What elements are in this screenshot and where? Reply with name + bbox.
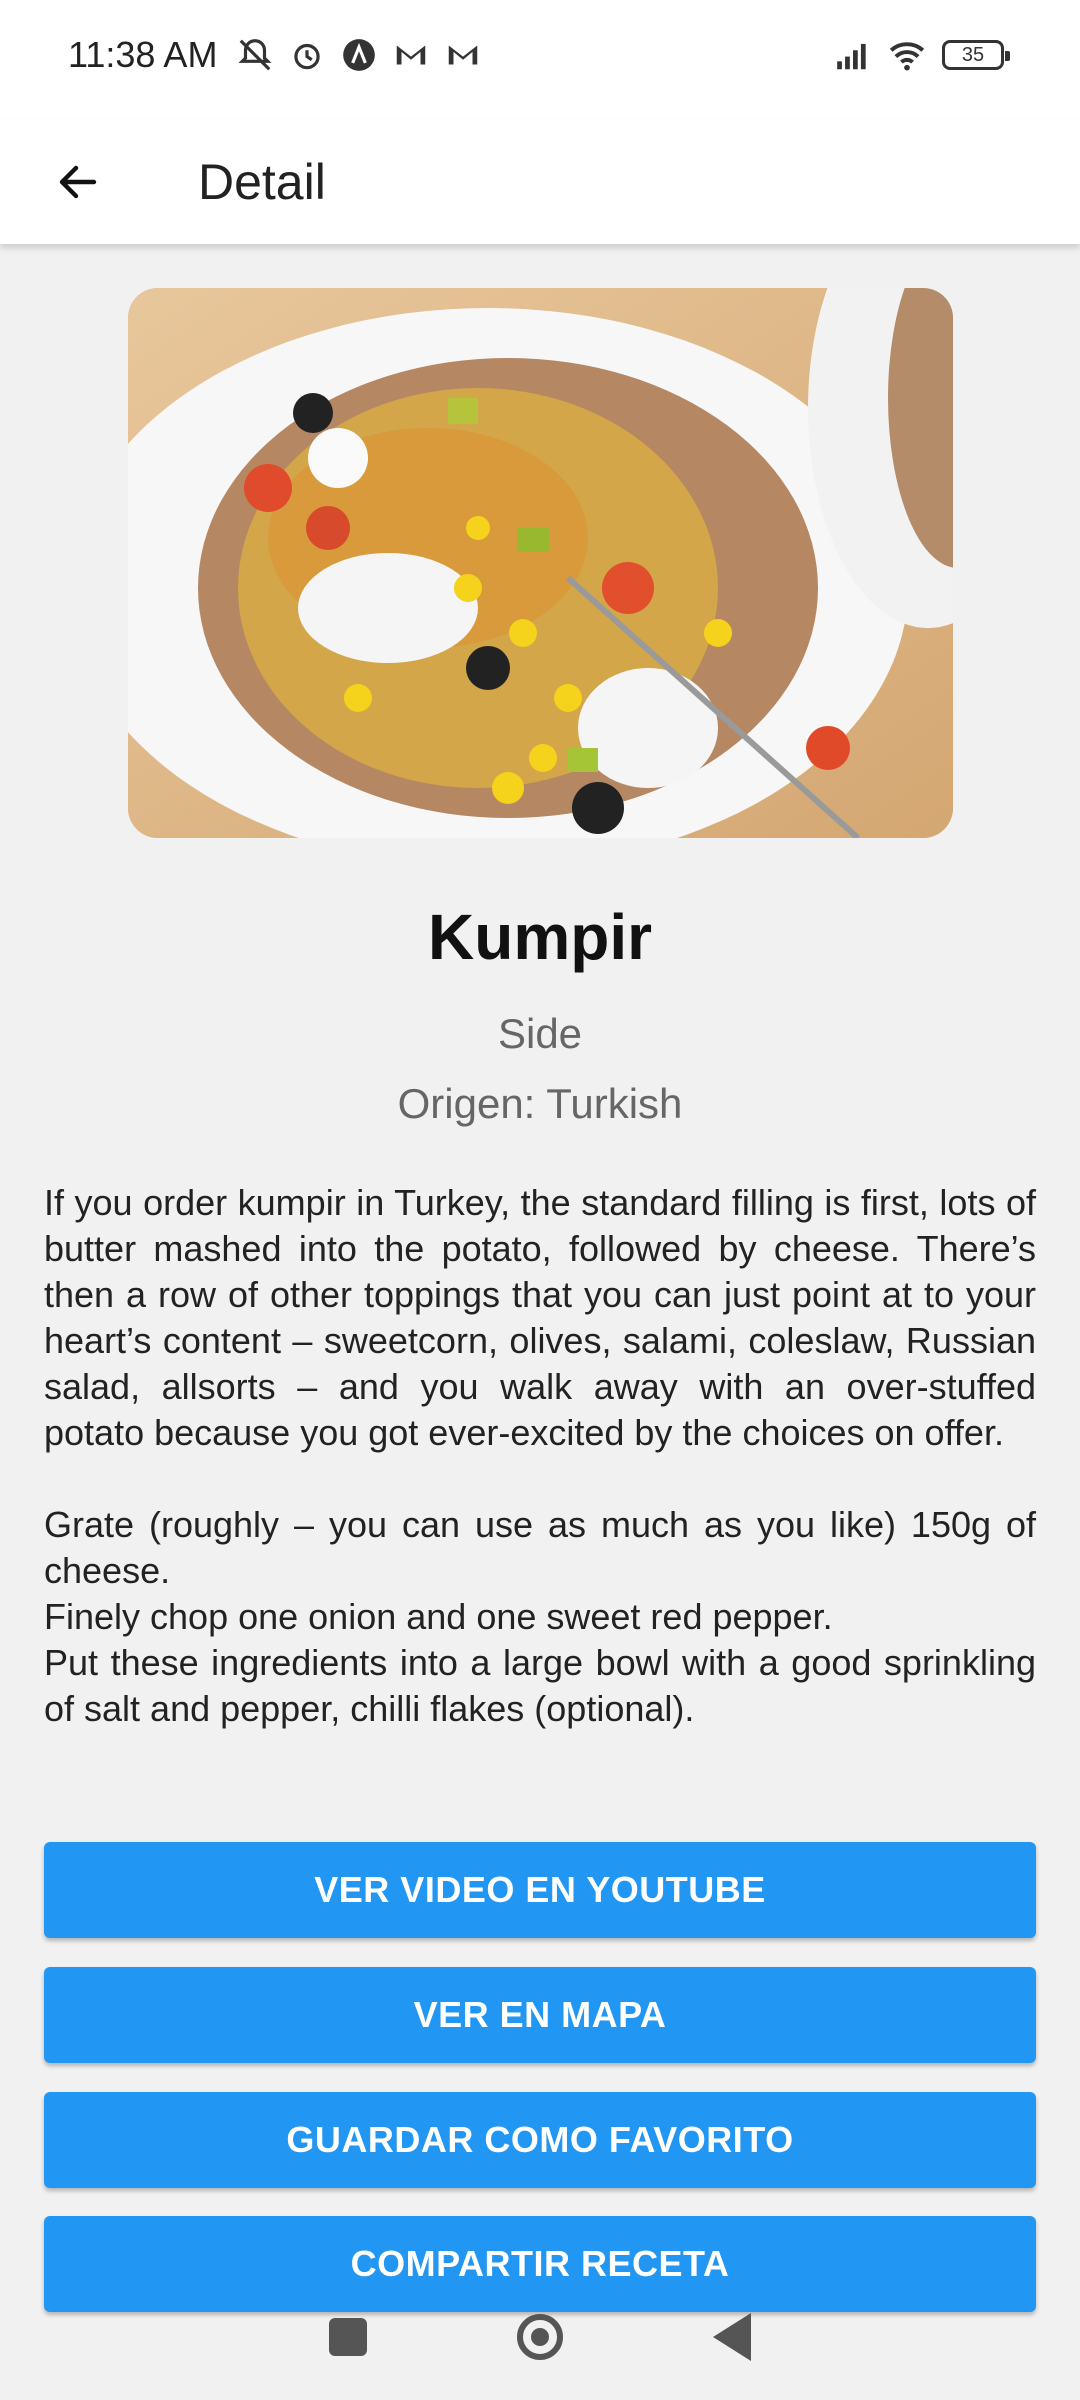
back-button[interactable] xyxy=(40,144,116,220)
gmail-icon xyxy=(448,45,478,65)
page-title: Detail xyxy=(198,154,326,210)
recents-icon[interactable] xyxy=(329,2318,367,2356)
status-icons-right: 35 xyxy=(834,36,1010,74)
back-nav-icon[interactable] xyxy=(713,2313,751,2361)
signal-icon xyxy=(837,43,866,70)
recipe-category: Side xyxy=(497,1010,583,1057)
arrow-left-icon xyxy=(59,165,97,199)
mute-icon xyxy=(238,39,272,71)
recipe-photo xyxy=(128,288,953,838)
wifi-icon xyxy=(889,42,925,71)
favorite-button[interactable]: GUARDAR COMO FAVORITO xyxy=(44,2092,1036,2188)
map-button[interactable]: VER EN MAPA xyxy=(44,1967,1036,2063)
battery-level: 35 xyxy=(961,43,985,66)
recipe-origin: Origen: Turkish xyxy=(397,1080,683,1127)
status-time: 11:38 AM xyxy=(68,34,218,75)
status-icons-left xyxy=(236,36,482,74)
app-icon xyxy=(343,39,375,71)
battery-icon: 35 xyxy=(942,40,1010,70)
recipe-description: If you order kumpir in Turkey, the stand… xyxy=(44,1180,1036,1732)
status-bar: 11:38 AM 35 xyxy=(0,0,1080,120)
recipe-image xyxy=(128,288,953,838)
app-bar: Detail xyxy=(0,120,1080,244)
recipe-title: Kumpir xyxy=(428,901,652,973)
system-nav-bar xyxy=(0,2296,1080,2378)
home-icon[interactable] xyxy=(517,2314,563,2360)
description-paragraph: Grate (roughly – you can use as much as … xyxy=(44,1504,1036,1729)
alarm-icon xyxy=(294,43,320,70)
gmail-icon xyxy=(396,45,426,65)
youtube-button[interactable]: VER VIDEO EN YOUTUBE xyxy=(44,1842,1036,1938)
description-paragraph: If you order kumpir in Turkey, the stand… xyxy=(44,1182,1036,1453)
